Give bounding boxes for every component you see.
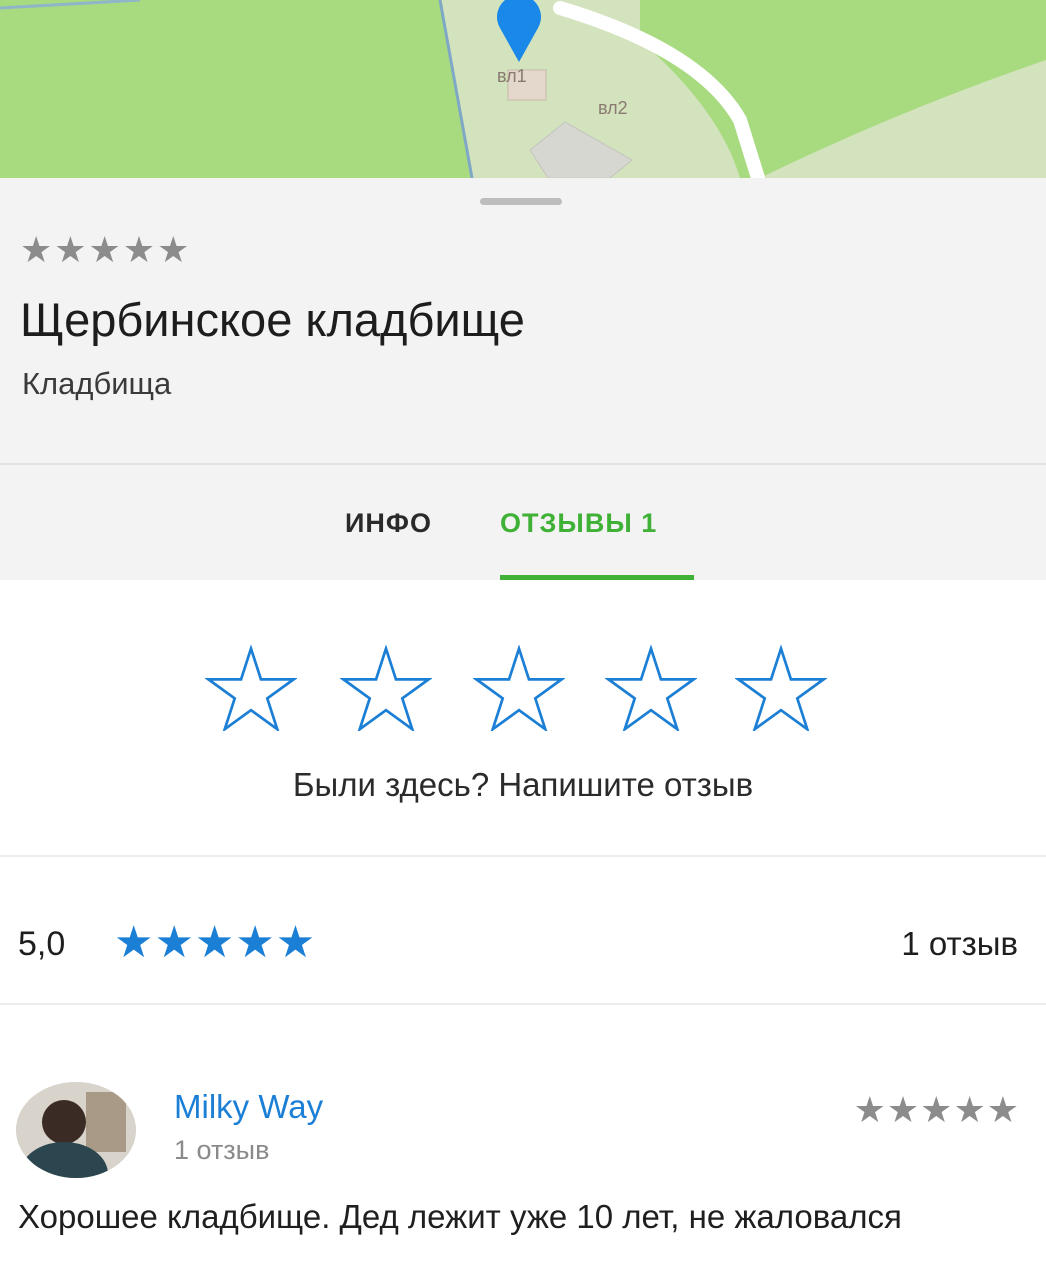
reviewer-name[interactable]: Milky Way	[174, 1086, 323, 1128]
rate-star-5-icon[interactable]	[735, 645, 827, 731]
average-rating-stars: ★★★★★	[114, 918, 317, 967]
average-rating: 5,0	[18, 925, 66, 963]
avatar[interactable]	[16, 1082, 136, 1178]
rate-star-2-icon[interactable]	[340, 645, 432, 731]
tab-reviews[interactable]: ОТЗЫВЫ 1	[500, 505, 657, 541]
reviewer-review-count: 1 отзыв	[174, 1135, 270, 1165]
divider	[0, 1003, 1046, 1005]
place-rating-stars: ★★★★★	[20, 229, 192, 270]
rate-star-4-icon[interactable]	[605, 645, 697, 731]
divider	[0, 463, 1046, 465]
divider	[0, 855, 1046, 857]
avatar-photo	[16, 1082, 136, 1178]
write-review-link[interactable]: Были здесь? Напишите отзыв	[0, 764, 1046, 806]
map-view[interactable]: вл1 вл2	[0, 0, 1046, 178]
building-label-2: вл2	[598, 98, 628, 118]
building-label-1: вл1	[497, 66, 527, 86]
map-canvas[interactable]: вл1 вл2	[0, 0, 1046, 178]
tab-info[interactable]: ИНФО	[345, 505, 432, 541]
rate-star-3-icon[interactable]	[473, 645, 565, 731]
active-tab-indicator	[500, 575, 694, 580]
rate-stars-row	[205, 645, 845, 735]
review-text: Хорошее кладбище. Дед лежит уже 10 лет, …	[18, 1198, 902, 1235]
review-rating-stars: ★★★★★	[853, 1089, 1020, 1130]
drag-handle[interactable]	[480, 198, 562, 205]
review-count: 1 отзыв	[901, 925, 1018, 962]
place-title: Щербинское кладбище	[20, 293, 525, 346]
place-category: Кладбища	[22, 366, 172, 401]
rate-star-1-icon[interactable]	[205, 645, 297, 731]
